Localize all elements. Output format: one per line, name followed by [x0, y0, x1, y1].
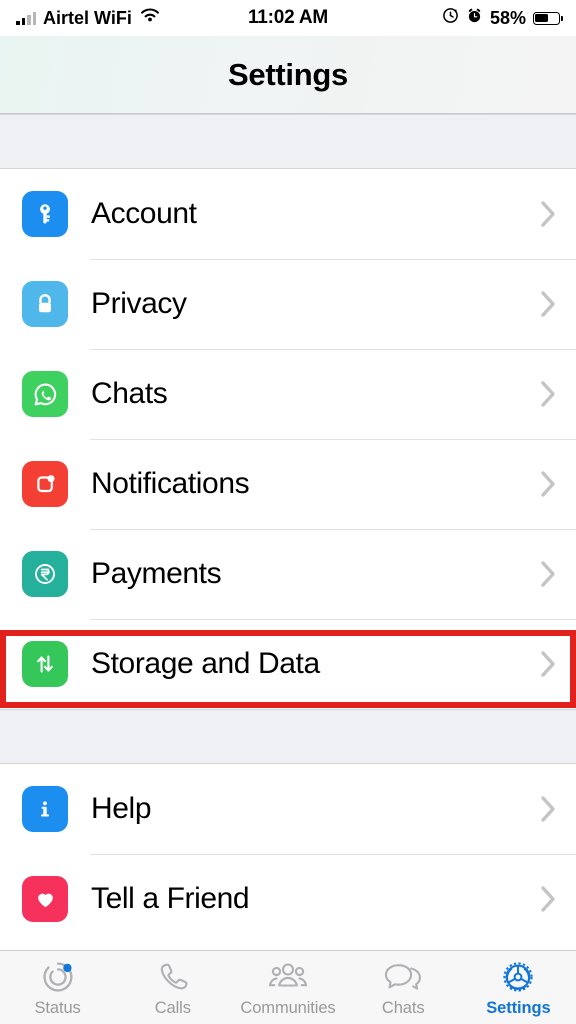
- bottom-tab-bar: Status Calls Communities Chats Settings: [0, 950, 576, 1024]
- tab-label: Status: [34, 998, 81, 1017]
- tab-label: Calls: [154, 998, 191, 1017]
- primary-settings-group: Account Privacy Chats Notifications Paym…: [0, 169, 576, 709]
- chevron-right-icon: [540, 794, 558, 824]
- rotation-lock-icon: [442, 7, 459, 30]
- settings-row-label: Account: [91, 197, 197, 230]
- settings-row-storage-and-data[interactable]: Storage and Data: [0, 619, 576, 709]
- tab-settings[interactable]: Settings: [461, 951, 576, 1024]
- secondary-settings-group: Help Tell a Friend: [0, 764, 576, 944]
- tab-calls[interactable]: Calls: [115, 951, 230, 1024]
- carrier-label: Airtel WiFi: [43, 7, 132, 28]
- tab-label: Chats: [381, 998, 425, 1017]
- key-icon: [22, 191, 68, 237]
- heart-icon: [22, 876, 68, 922]
- tab-label: Settings: [486, 998, 551, 1017]
- battery-percent-label: 58%: [489, 7, 526, 28]
- settings-row-chats[interactable]: Chats: [0, 349, 576, 439]
- settings-row-payments[interactable]: Payments: [0, 529, 576, 619]
- settings-row-label: Payments: [91, 557, 222, 590]
- chevron-right-icon: [540, 884, 558, 914]
- settings-list[interactable]: Account Privacy Chats Notifications Paym…: [0, 114, 576, 950]
- list-top-spacer: [0, 114, 576, 169]
- notification-badge-icon: [22, 461, 68, 507]
- status-bar-right: 58%: [442, 7, 563, 30]
- arrows-up-down-icon: [22, 641, 68, 687]
- chevron-right-icon: [540, 469, 558, 499]
- settings-row-notifications[interactable]: Notifications: [0, 439, 576, 529]
- status-bar: Airtel WiFi 11:02 AM 58%: [0, 0, 576, 36]
- communities-icon: [266, 958, 310, 996]
- settings-row-label: Notifications: [91, 467, 250, 500]
- navigation-bar: Settings: [0, 36, 576, 114]
- page-title: Settings: [228, 56, 348, 92]
- settings-row-label: Chats: [91, 377, 168, 410]
- alarm-clock-icon: [466, 7, 483, 30]
- rupee-circle-icon: [22, 551, 68, 597]
- lock-icon: [22, 281, 68, 327]
- chevron-right-icon: [540, 289, 558, 319]
- tab-chats[interactable]: Chats: [346, 951, 461, 1024]
- settings-row-privacy[interactable]: Privacy: [0, 259, 576, 349]
- status-rings-icon: [40, 958, 76, 996]
- phone-icon: [156, 958, 190, 996]
- chevron-right-icon: [540, 649, 558, 679]
- tab-label: Communities: [240, 998, 336, 1017]
- tab-status[interactable]: Status: [0, 951, 115, 1024]
- chevron-right-icon: [540, 559, 558, 589]
- list-middle-spacer: [0, 709, 576, 764]
- chevron-right-icon: [540, 199, 558, 229]
- chat-bubbles-icon: [382, 958, 424, 996]
- whatsapp-settings-screen: Airtel WiFi 11:02 AM 58% Settings Accoun…: [0, 0, 576, 1024]
- cellular-signal-icon: [16, 11, 36, 25]
- settings-row-label: Storage and Data: [91, 647, 320, 680]
- wifi-icon: [139, 7, 161, 29]
- settings-row-label: Privacy: [91, 287, 187, 320]
- settings-row-label: Help: [91, 792, 152, 825]
- settings-row-account[interactable]: Account: [0, 169, 576, 259]
- settings-row-tell-a-friend[interactable]: Tell a Friend: [0, 854, 576, 944]
- settings-row-label: Tell a Friend: [91, 882, 250, 915]
- status-bar-left: Airtel WiFi: [16, 7, 161, 29]
- whatsapp-logo-icon: [22, 371, 68, 417]
- info-icon: [22, 786, 68, 832]
- battery-icon: [533, 11, 563, 25]
- tab-communities[interactable]: Communities: [230, 951, 345, 1024]
- settings-row-help[interactable]: Help: [0, 764, 576, 854]
- chevron-right-icon: [540, 379, 558, 409]
- gear-icon: [499, 958, 537, 996]
